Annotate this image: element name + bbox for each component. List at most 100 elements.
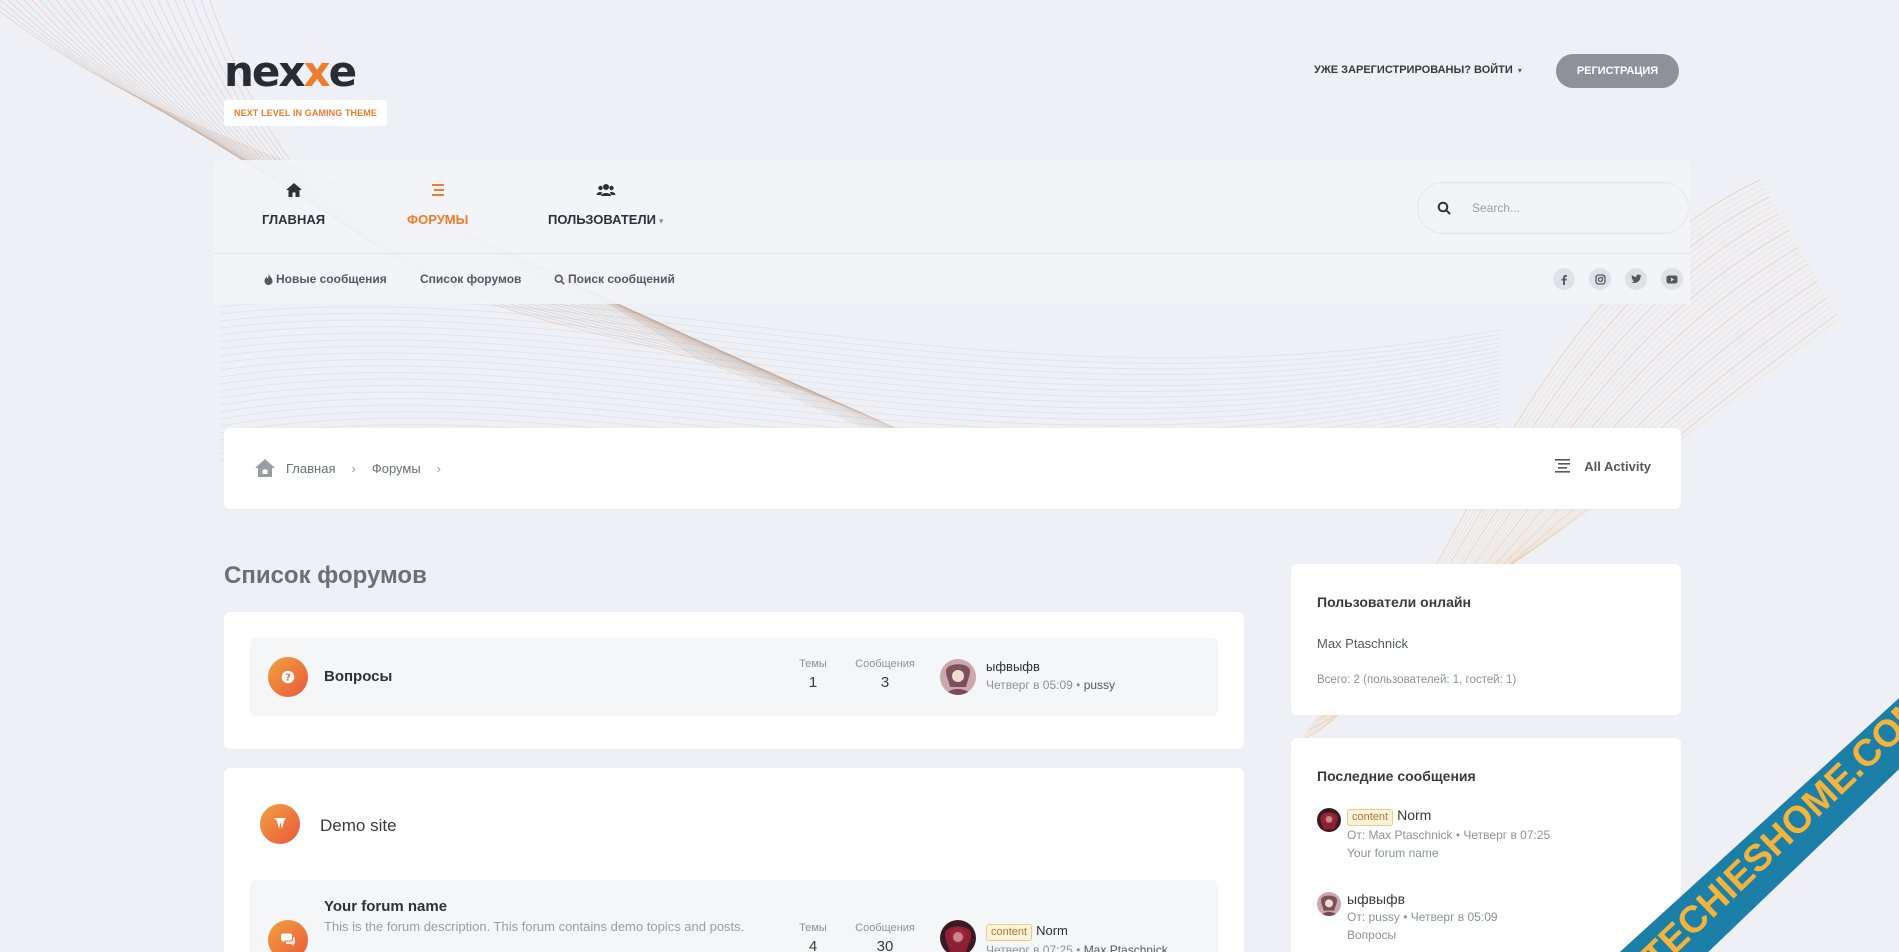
- nav-label-forums: ФОРУМЫ: [407, 212, 469, 227]
- chevron-down-icon: ▾: [1517, 66, 1522, 75]
- recent-post-forum[interactable]: Your forum name: [1347, 844, 1550, 862]
- avatar[interactable]: [1317, 892, 1341, 916]
- register-button[interactable]: РЕГИСТРАЦИЯ: [1556, 54, 1679, 88]
- recent-post-prefix: От:: [1347, 828, 1369, 842]
- page-title: Список форумов: [224, 562, 427, 589]
- twitter-icon[interactable]: [1625, 268, 1647, 290]
- list-icon: [407, 182, 468, 202]
- breadcrumb-trail: Главная › Форумы ›: [254, 458, 447, 478]
- avatar[interactable]: [1317, 808, 1341, 832]
- search-icon: [554, 274, 565, 285]
- last-post: content Norm Четверг в 07:25 • Max Ptasch…: [986, 922, 1168, 952]
- chevron-down-icon: ▾: [658, 216, 664, 226]
- home-icon[interactable]: [254, 458, 276, 478]
- users-icon: [548, 182, 663, 202]
- topics-stat: Темы 4: [778, 922, 848, 952]
- site-logo[interactable]: nexxe NEXT LEVEL IN GAMING THEME: [224, 50, 387, 126]
- nav-main-bar: ГЛАВНАЯ ФОРУМЫ ПОЛЬЗОВАТЕЛИ ▾: [214, 160, 1690, 254]
- posts-stat: Сообщения 30: [850, 922, 920, 952]
- nav-sub-bar: Новые сообщения Список форумов Поиск соо…: [214, 255, 1690, 304]
- last-post-title[interactable]: Norm: [1036, 923, 1068, 938]
- chevron-right-icon: ›: [436, 460, 442, 476]
- all-activity-link[interactable]: All Activity: [1554, 458, 1651, 474]
- recent-posts-title: Последние сообщения: [1317, 768, 1476, 784]
- recent-post-forum[interactable]: Вопросы: [1347, 926, 1498, 944]
- forum-description: This is the forum description. This foru…: [324, 919, 745, 934]
- category-title[interactable]: Demo site: [320, 816, 397, 836]
- recent-post-body: ыфвыфв От: pussy • Четверг в 05:09 Вопро…: [1347, 891, 1498, 944]
- avatar[interactable]: [940, 659, 976, 695]
- search-icon[interactable]: [1418, 201, 1470, 215]
- home-icon: [262, 182, 325, 202]
- recent-post-title[interactable]: Norm: [1397, 807, 1431, 823]
- breadcrumb: Главная › Форумы › All Activity: [224, 428, 1681, 509]
- chevron-right-icon: ›: [351, 460, 356, 476]
- youtube-icon[interactable]: [1661, 268, 1683, 290]
- nav-item-users[interactable]: ПОЛЬЗОВАТЕЛИ ▾: [548, 182, 663, 227]
- posts-count: 30: [876, 938, 894, 952]
- recent-post-time: Четверг в 07:25: [1463, 828, 1551, 842]
- nav-label-home: ГЛАВНАЯ: [262, 212, 326, 227]
- sub-nav-new-posts[interactable]: Новые сообщения: [264, 272, 387, 286]
- forum-category-card: ? Вопросы Темы 1 Сообщения 3 ыфвыфв Четв…: [224, 612, 1244, 749]
- recent-post-time: Четверг в 05:09: [1410, 910, 1498, 924]
- content-tag[interactable]: content: [1347, 809, 1394, 826]
- main-navigation: ГЛАВНАЯ ФОРУМЫ ПОЛЬЗОВАТЕЛИ ▾ Search... …: [214, 160, 1690, 304]
- forum-category-card: Demo site Your forum name This is the fo…: [224, 768, 1244, 952]
- facebook-icon[interactable]: [1553, 268, 1575, 290]
- last-post-time: Четверг в 07:25: [986, 943, 1073, 952]
- activity-icon: [1554, 458, 1572, 474]
- online-users-title: Пользователи онлайн: [1317, 594, 1471, 610]
- online-total: Всего: 2 (пользователей: 1, гостей: 1): [1317, 674, 1517, 686]
- forum-row[interactable]: Your forum name This is the forum descri…: [250, 880, 1218, 952]
- recent-posts-widget: Последние сообщения content Norm От: Max …: [1291, 738, 1681, 952]
- content-tag[interactable]: content: [986, 924, 1033, 941]
- recent-post-title[interactable]: ыфвыфв: [1347, 891, 1405, 907]
- recent-post-prefix: От:: [1347, 910, 1369, 924]
- last-post-user[interactable]: Max Ptaschnick: [1084, 943, 1168, 952]
- all-activity-label: All Activity: [1584, 458, 1651, 474]
- topics-stat: Темы 1: [778, 658, 848, 691]
- page: nexxe NEXT LEVEL IN GAMING THEME УЖЕ ЗАР…: [0, 0, 1899, 952]
- search-box: [1417, 182, 1689, 234]
- login-label: УЖЕ ЗАРЕГИСТРИРОВАНЫ? ВОЙТИ: [1314, 64, 1513, 76]
- chat-icon: [268, 920, 308, 952]
- topics-count: 4: [808, 938, 818, 952]
- avatar[interactable]: [940, 920, 976, 952]
- posts-label: Сообщения: [855, 922, 915, 934]
- recent-post-body: content Norm От: Max Ptaschnick • Четверг…: [1347, 807, 1551, 862]
- forum-row[interactable]: ? Вопросы Темы 1 Сообщения 3 ыфвыфв Четв…: [250, 638, 1218, 716]
- online-users-widget: Пользователи онлайн Max Ptaschnick Всего…: [1291, 564, 1681, 715]
- nav-label-users: ПОЛЬЗОВАТЕЛИ: [548, 212, 656, 227]
- breadcrumb-item-home[interactable]: Главная: [286, 461, 335, 476]
- last-post-title[interactable]: ыфвыфв: [986, 658, 1115, 676]
- sub-nav-forum-list[interactable]: Список форумов: [420, 272, 521, 286]
- sub-nav-search-posts[interactable]: Поиск сообщений: [554, 272, 675, 286]
- nav-item-forums[interactable]: ФОРУМЫ: [407, 182, 468, 227]
- posts-stat: Сообщения 3: [850, 658, 920, 691]
- login-link[interactable]: УЖЕ ЗАРЕГИСТРИРОВАНЫ? ВОЙТИ ▾: [1314, 64, 1522, 76]
- search-input[interactable]: [1470, 200, 1670, 216]
- instagram-icon[interactable]: [1589, 268, 1611, 290]
- last-post-user[interactable]: pussy: [1084, 678, 1115, 692]
- topics-label: Темы: [799, 922, 827, 934]
- last-post-time: Четверг в 05:09: [986, 678, 1073, 692]
- category-icon: [260, 804, 300, 844]
- recent-post-user[interactable]: pussy: [1369, 910, 1400, 924]
- logo-wordmark: nexxe: [224, 47, 357, 96]
- nav-item-home[interactable]: ГЛАВНАЯ: [262, 182, 325, 227]
- forum-title[interactable]: Вопросы: [324, 668, 392, 685]
- svg-text:?: ?: [285, 673, 291, 684]
- posts-label: Сообщения: [855, 658, 915, 670]
- recent-post-user[interactable]: Max Ptaschnick: [1369, 828, 1453, 842]
- sub-nav-search-posts-label: Поиск сообщений: [568, 272, 675, 286]
- topics-count: 1: [808, 674, 818, 691]
- posts-count: 3: [880, 674, 890, 691]
- question-icon: ?: [268, 657, 308, 697]
- fire-icon: [264, 273, 273, 285]
- online-user-link[interactable]: Max Ptaschnick: [1317, 636, 1408, 651]
- last-post: ыфвыфв Четверг в 05:09 • pussy: [986, 658, 1116, 692]
- sub-nav-new-posts-label: Новые сообщения: [276, 272, 387, 286]
- forum-title[interactable]: Your forum name: [324, 898, 447, 915]
- breadcrumb-item-forums[interactable]: Форумы: [372, 461, 421, 476]
